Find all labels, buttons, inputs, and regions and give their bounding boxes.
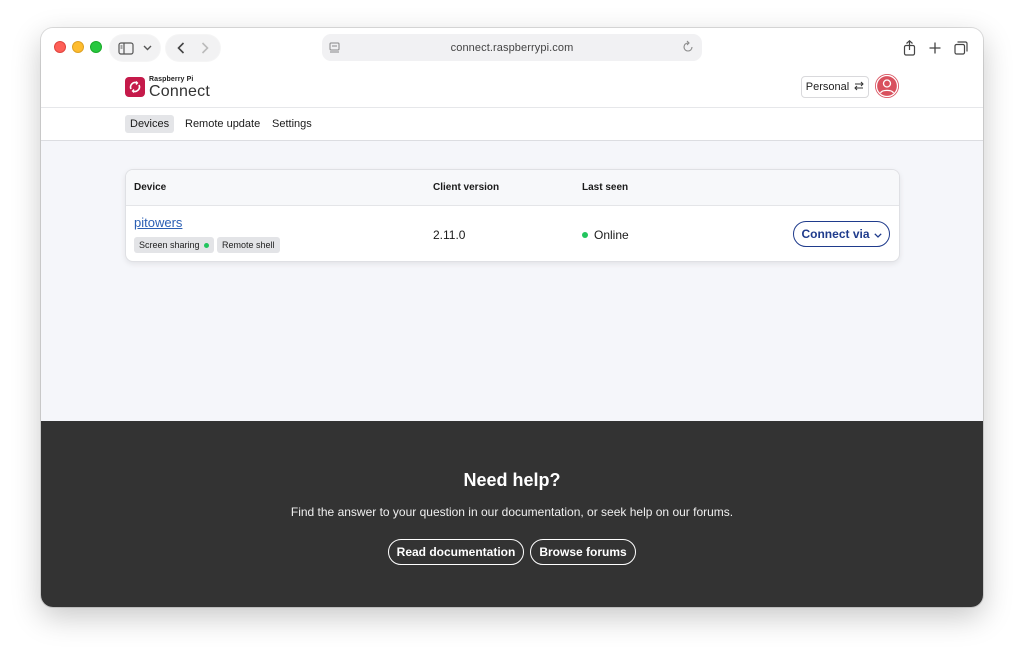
app-header: Raspberry Pi Connect Personal: [41, 68, 983, 108]
device-link[interactable]: pitowers: [134, 215, 182, 230]
brand-small: Raspberry Pi: [149, 76, 194, 83]
tabs-overview-icon[interactable]: [952, 35, 970, 61]
client-version-value: 2.11.0: [433, 228, 466, 242]
main-nav: Devices Remote update Settings: [41, 108, 983, 141]
back-icon[interactable]: [172, 35, 190, 61]
last-seen-status: Online: [582, 228, 629, 242]
chevron-down-icon: [873, 227, 882, 241]
online-dot-icon: [582, 232, 588, 238]
footer-title: Need help?: [463, 470, 561, 490]
connect-via-label: Connect via: [801, 227, 870, 241]
last-seen-value: Online: [594, 228, 629, 242]
status-dot-icon: [203, 242, 209, 248]
table-header: Device Client version Last seen: [126, 170, 899, 206]
raspberry-pi-connect-logo[interactable]: Raspberry Pi Connect: [125, 75, 210, 100]
column-header-client-version: Client version: [433, 182, 500, 193]
user-avatar[interactable]: [875, 74, 899, 98]
table-row: pitowers Screen sharing Remote shell 2.1…: [126, 206, 899, 261]
browser-window: connect.raspberrypi.com Raspberry Pi Con…: [41, 28, 983, 607]
account-switcher-label: Personal: [805, 81, 850, 93]
user-icon: [875, 74, 899, 98]
forward-icon[interactable]: [196, 35, 214, 61]
read-documentation-button[interactable]: Read documentation: [388, 539, 524, 565]
column-header-device: Device: [134, 182, 167, 193]
brand-name: Connect: [149, 83, 210, 100]
minimize-window-button[interactable]: [72, 41, 84, 53]
sidebar-toggle-group: [110, 35, 160, 61]
footer-description: Find the answer to your question in our …: [290, 505, 734, 519]
switch-arrows-icon: [854, 81, 864, 94]
nav-item-settings[interactable]: Settings: [267, 115, 317, 133]
account-switcher-button[interactable]: Personal: [801, 76, 869, 98]
chevron-down-icon[interactable]: [140, 35, 154, 61]
address-bar[interactable]: connect.raspberrypi.com: [322, 34, 702, 61]
help-footer: Need help? Find the answer to your quest…: [41, 421, 983, 607]
reader-icon[interactable]: [329, 41, 340, 59]
nav-item-remote-update[interactable]: Remote update: [180, 115, 265, 133]
new-tab-icon[interactable]: [926, 35, 944, 61]
connect-logo-icon: [125, 77, 145, 97]
remote-shell-tag[interactable]: Remote shell: [217, 237, 280, 253]
history-nav-group: [166, 35, 220, 61]
share-icon[interactable]: [900, 35, 918, 61]
devices-table: Device Client version Last seen pitowers…: [125, 169, 900, 262]
screen-sharing-tag[interactable]: Screen sharing: [134, 237, 214, 253]
toolbar-actions: [896, 35, 976, 61]
nav-item-devices[interactable]: Devices: [125, 115, 175, 133]
close-window-button[interactable]: [54, 41, 66, 53]
tag-label: Remote shell: [222, 240, 275, 250]
zoom-window-button[interactable]: [90, 41, 102, 53]
column-header-last-seen: Last seen: [582, 182, 629, 193]
browse-forums-button[interactable]: Browse forums: [530, 539, 636, 565]
address-url: connect.raspberrypi.com: [450, 41, 574, 54]
tag-label: Screen sharing: [139, 240, 200, 250]
reload-icon[interactable]: [682, 40, 694, 58]
connect-via-button[interactable]: Connect via: [793, 221, 890, 247]
browser-toolbar: connect.raspberrypi.com: [41, 28, 983, 68]
sidebar-icon[interactable]: [116, 35, 136, 61]
